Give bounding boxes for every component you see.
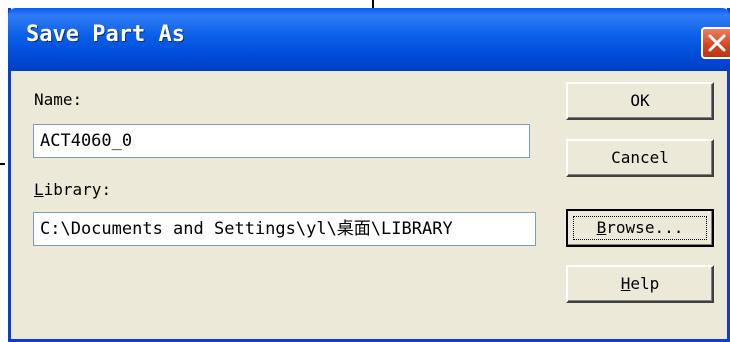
library-label-rest: ibrary: (43, 180, 112, 199)
window-title: Save Part As (26, 22, 185, 47)
close-icon (708, 34, 726, 52)
library-label: Library: (34, 180, 111, 199)
library-input[interactable]: C:\Documents and Settings\yl\桌面\LIBRARY (33, 212, 536, 246)
cursor-mark-left (0, 163, 5, 165)
name-label: Name: (34, 90, 83, 109)
library-label-mnemonic: L (34, 180, 44, 199)
focus-ring (573, 216, 707, 240)
name-input[interactable]: ACT4060_0 (33, 124, 530, 158)
help-button[interactable]: Help (566, 265, 714, 303)
browse-button[interactable]: Browse... (566, 209, 714, 247)
help-mnemonic: H (620, 274, 631, 293)
cancel-button[interactable]: Cancel (566, 139, 714, 177)
help-label-rest: elp (630, 274, 660, 293)
ok-button[interactable]: OK (566, 82, 714, 120)
close-button[interactable] (701, 27, 730, 59)
title-bar[interactable]: Save Part As (8, 8, 730, 71)
